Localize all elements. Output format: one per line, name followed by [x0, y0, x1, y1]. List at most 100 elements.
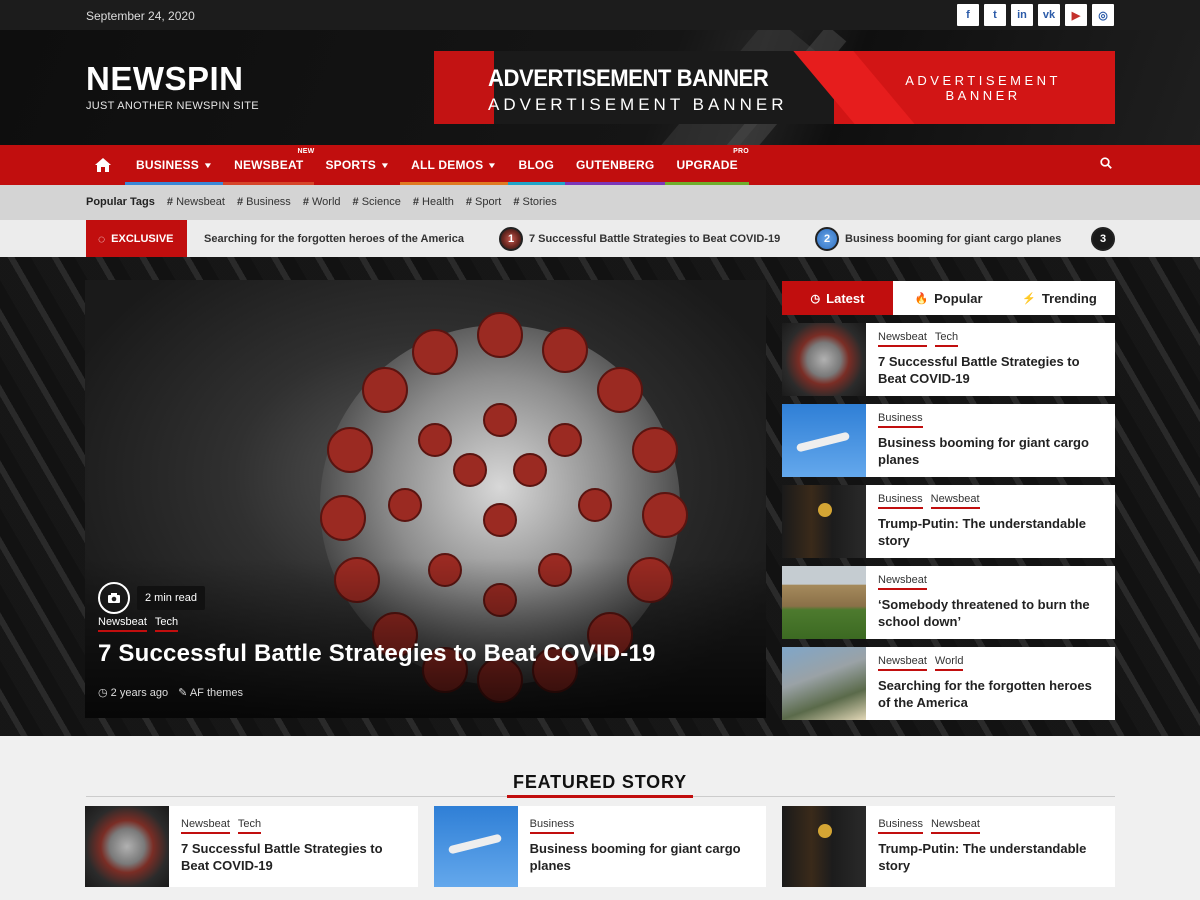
category-link[interactable]: Business — [878, 818, 923, 834]
tag-label: World — [312, 196, 341, 208]
tag-link[interactable]: # Business — [237, 196, 291, 208]
post-thumbnail[interactable] — [782, 647, 866, 720]
category-link[interactable]: Business — [878, 412, 923, 428]
nav-gutenberg[interactable]: GUTENBERG — [564, 145, 666, 185]
ticker-item[interactable]: 3 — [1091, 220, 1115, 258]
category-link[interactable]: Newsbeat — [878, 574, 927, 590]
post-title[interactable]: Trump-Putin: The understandable story — [878, 515, 1103, 549]
post-title[interactable]: 7 Successful Battle Strategies to Beat C… — [181, 840, 406, 874]
advertisement-banner[interactable]: ADVERTISEMENT BANNER ADVERTISEMENT BANNE… — [434, 51, 1115, 124]
tab-trending[interactable]: ⚡ Trending — [1004, 281, 1115, 315]
linkedin-icon[interactable]: in — [1011, 4, 1033, 26]
post-text: Newsbeat ‘Somebody threatened to burn the… — [866, 566, 1115, 639]
post-title[interactable]: Business booming for giant cargo planes — [878, 434, 1103, 468]
post-title[interactable]: ‘Somebody threatened to burn the school … — [878, 596, 1103, 630]
category-link[interactable]: Newsbeat — [878, 655, 927, 671]
post-title[interactable]: Trump-Putin: The understandable story — [878, 840, 1103, 874]
main-navigation: BUSINESS ▼ NEWSBEAT NEW SPORTS ▼ ALL DEMOS ▼ BLO… — [0, 145, 1200, 185]
post-title[interactable]: 7 Successful Battle Strategies to Beat C… — [878, 353, 1103, 387]
spinner-icon: ◌ — [98, 232, 106, 246]
author[interactable]: ✎ AF themes — [178, 686, 243, 699]
home-icon[interactable] — [86, 145, 125, 185]
chevron-down-icon: ▼ — [202, 160, 214, 170]
nav-label: NEWSBEAT — [234, 158, 304, 172]
ad-text-right: ADVERTISEMENT BANNER — [905, 73, 1061, 103]
instagram-icon[interactable]: ◎ — [1092, 4, 1114, 26]
facebook-icon[interactable]: f — [957, 4, 979, 26]
nav-newsbeat[interactable]: NEWSBEAT NEW — [223, 145, 315, 185]
featured-post[interactable]: Business Newsbeat Trump-Putin: The underst… — [782, 806, 1116, 887]
category-link[interactable]: Tech — [154, 616, 179, 632]
tag-link[interactable]: # Sport — [466, 196, 501, 208]
post-thumbnail[interactable] — [782, 485, 866, 558]
ticker-item[interactable]: 1 7 Successful Battle Strategies to Beat… — [499, 220, 780, 258]
main-story-meta: ◷ 2 years ago ✎ AF themes — [98, 686, 243, 699]
virus-spike — [632, 427, 678, 473]
post-thumbnail[interactable] — [782, 566, 866, 639]
sidebar-post[interactable]: Business Business booming for giant cargo… — [782, 404, 1115, 477]
category-link[interactable]: Business — [878, 493, 923, 509]
ticker-number: 2 — [815, 227, 839, 251]
vk-icon[interactable]: vk — [1038, 4, 1060, 26]
tag-link[interactable]: # Health — [413, 196, 454, 208]
featured-post[interactable]: Business Business booming for giant cargo… — [433, 806, 767, 887]
tag-label: Sport — [475, 196, 502, 208]
tag-link[interactable]: # Science — [353, 196, 401, 208]
ad-red-edge — [434, 51, 494, 124]
category-link[interactable]: Newsbeat — [930, 493, 980, 509]
virus-spike — [477, 312, 523, 358]
post-thumbnail[interactable] — [433, 806, 518, 887]
search-icon[interactable] — [1100, 157, 1112, 172]
tag-link[interactable]: # World — [303, 196, 341, 208]
ticker-item[interactable]: Searching for the forgotten heroes of th… — [204, 220, 464, 258]
youtube-icon[interactable]: ▶ — [1065, 4, 1087, 26]
ad-text-right-line2: BANNER — [945, 88, 1021, 103]
category-link[interactable]: World — [934, 655, 963, 671]
sidebar-post[interactable]: Newsbeat ‘Somebody threatened to burn the… — [782, 566, 1115, 639]
edit-icon: ✎ — [178, 687, 188, 699]
popular-tags-bar: Popular Tags # Newsbeat # Business # World… — [0, 185, 1200, 220]
main-story-card[interactable]: 2 min read Newsbeat Tech 7 Successful Ba… — [85, 280, 766, 718]
sidebar-post[interactable]: Newsbeat Tech 7 Successful Battle Strategi… — [782, 323, 1115, 396]
clock-icon: ◷ — [810, 292, 821, 305]
post-thumbnail[interactable] — [782, 323, 866, 396]
post-thumbnail[interactable] — [85, 806, 169, 887]
author-name: AF themes — [189, 687, 244, 699]
post-thumbnail[interactable] — [782, 806, 867, 887]
twitter-icon[interactable]: t — [984, 4, 1006, 26]
post-title[interactable]: Searching for the forgotten heroes of th… — [878, 677, 1103, 711]
category-link[interactable]: Newsbeat — [181, 818, 230, 834]
sidebar-post[interactable]: Newsbeat World Searching for the forgotten… — [782, 647, 1115, 720]
nav-all-demos[interactable]: ALL DEMOS ▼ — [400, 145, 508, 185]
post-text: Business Business booming for giant cargo… — [866, 404, 1115, 477]
post-text: Newsbeat Tech 7 Successful Battle Strategi… — [169, 806, 418, 887]
nav-blog[interactable]: BLOG — [507, 145, 565, 185]
tab-latest[interactable]: ◷ Latest — [782, 281, 893, 315]
nav-business[interactable]: BUSINESS ▼ — [125, 145, 224, 185]
hash-icon: # — [465, 196, 476, 208]
category-link[interactable]: Newsbeat — [930, 818, 980, 834]
tag-link[interactable]: # Stories — [513, 196, 556, 208]
sidebar-post[interactable]: Business Newsbeat Trump-Putin: The underst… — [782, 485, 1115, 558]
featured-list: Newsbeat Tech 7 Successful Battle Strategi… — [85, 806, 1116, 887]
nav-sports[interactable]: SPORTS ▼ — [314, 145, 401, 185]
main-story-title[interactable]: 7 Successful Battle Strategies to Beat C… — [98, 640, 656, 668]
featured-post[interactable]: Newsbeat Tech 7 Successful Battle Strategi… — [85, 806, 418, 887]
nav-badge: PRO — [733, 148, 749, 155]
virus-spike — [418, 423, 452, 457]
post-text: Business Business booming for giant cargo… — [518, 806, 767, 887]
category-link[interactable]: Business — [529, 818, 574, 834]
site-logo[interactable]: NEWSPIN — [86, 60, 244, 98]
site-tagline: JUST ANOTHER NEWSPIN SITE — [86, 100, 259, 112]
tag-link[interactable]: # Newsbeat — [167, 196, 225, 208]
category-link[interactable]: Newsbeat — [878, 331, 927, 347]
category-link[interactable]: Tech — [237, 818, 262, 834]
tag-label: Business — [246, 196, 291, 208]
nav-upgrade[interactable]: UPGRADE PRO — [665, 145, 749, 185]
ticker-item[interactable]: 2 Business booming for giant cargo plane… — [815, 220, 1061, 258]
category-link[interactable]: Newsbeat — [98, 616, 147, 632]
post-thumbnail[interactable] — [782, 404, 866, 477]
tab-popular[interactable]: 🔥 Popular — [893, 281, 1004, 315]
post-title[interactable]: Business booming for giant cargo planes — [530, 840, 755, 874]
category-link[interactable]: Tech — [934, 331, 959, 347]
